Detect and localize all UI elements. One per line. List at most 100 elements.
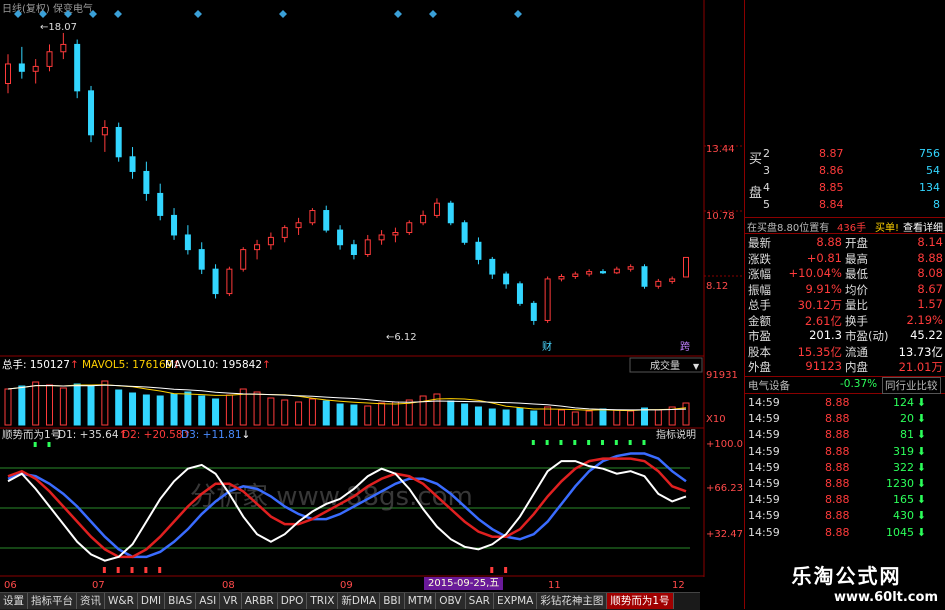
indicator-tab[interactable]: TRIX — [307, 593, 339, 609]
event-tag-cross[interactable]: 跨 — [680, 341, 690, 353]
candle-body[interactable] — [157, 192, 164, 216]
candle-body[interactable] — [489, 258, 496, 275]
sector-row[interactable]: 电气设备 -0.37% 同行业比较 — [745, 376, 945, 394]
candle-body[interactable] — [364, 239, 371, 256]
candle-body[interactable] — [530, 302, 537, 321]
candle-body[interactable] — [226, 268, 233, 295]
big-order-detail-button[interactable]: 查看详细 — [903, 219, 943, 234]
indicator-tab[interactable]: BIAS — [165, 593, 197, 609]
candle-body[interactable] — [350, 244, 357, 256]
quote-label: 最低 — [845, 267, 868, 281]
indicator-tab[interactable]: SAR — [465, 593, 494, 609]
candle-body[interactable] — [143, 170, 150, 194]
indicator-tab[interactable]: W&R — [105, 593, 138, 609]
big-order-alert[interactable]: 在买盘8.80位置有 436手 买单! 查看详细 — [745, 217, 945, 234]
candle-body[interactable] — [46, 51, 53, 67]
candle-body[interactable] — [447, 202, 454, 224]
candle-body[interactable] — [627, 266, 634, 270]
trade-row[interactable]: 14:59 8.88 20 ⬇ — [745, 411, 945, 427]
candle-body[interactable] — [558, 275, 565, 280]
candle-body[interactable] — [683, 256, 689, 278]
candle-body[interactable] — [544, 278, 551, 321]
volume-bar — [18, 385, 26, 426]
indicator-tab[interactable]: EXPMA — [493, 593, 538, 609]
candlestick-series[interactable] — [5, 32, 689, 325]
indicator-tab[interactable]: 新DMA — [338, 593, 381, 609]
candle-body[interactable] — [212, 268, 219, 295]
candle-body[interactable] — [655, 280, 662, 287]
order-book-row[interactable]: 4 8.85 134 — [745, 180, 945, 197]
candle-body[interactable] — [184, 234, 191, 251]
candle-body[interactable] — [461, 222, 468, 243]
candle-body[interactable] — [171, 214, 178, 236]
indicator-tab[interactable]: BBI — [380, 593, 405, 609]
candle-body[interactable] — [572, 273, 579, 277]
book-level: 2 — [763, 147, 770, 160]
candle-body[interactable] — [323, 210, 330, 231]
indicator-tab[interactable]: 资讯 — [77, 593, 105, 609]
indicator-help-button[interactable]: 指标说明 — [656, 428, 696, 441]
kline-chart[interactable]: ←18.07 ←6.12 财 跨 13.44 10.78 8.12 总手: 15… — [0, 0, 744, 577]
candle-body[interactable] — [32, 65, 39, 72]
indicator-tab[interactable]: DMI — [137, 593, 166, 609]
trade-row[interactable]: 14:59 8.88 322 ⬇ — [745, 460, 945, 476]
indicator-tab[interactable]: ASI — [196, 593, 221, 609]
candle-body[interactable] — [337, 229, 344, 246]
trade-row[interactable]: 14:59 8.88 319 ⬇ — [745, 444, 945, 460]
candle-body[interactable] — [613, 268, 620, 274]
candle-body[interactable] — [599, 271, 606, 274]
candle-body[interactable] — [198, 249, 205, 270]
trade-row[interactable]: 14:59 8.88 1230 ⬇ — [745, 476, 945, 492]
candle-body[interactable] — [254, 244, 261, 251]
candle-body[interactable] — [669, 278, 676, 282]
candle-body[interactable] — [641, 266, 648, 287]
candle-body[interactable] — [406, 222, 413, 234]
trade-time: 14:59 — [748, 493, 780, 507]
trade-row[interactable]: 14:59 8.88 430 ⬇ — [745, 508, 945, 524]
trade-row[interactable]: 14:59 8.88 81 ⬇ — [745, 427, 945, 443]
chevron-down-icon[interactable]: ▼ — [693, 362, 700, 371]
candle-body[interactable] — [433, 202, 440, 216]
indicator-tab[interactable]: 彩钻花神主图 — [537, 593, 608, 609]
candle-body[interactable] — [18, 63, 25, 72]
order-book-row[interactable]: 5 8.84 8 — [745, 197, 945, 214]
candle-body[interactable] — [378, 234, 385, 241]
candle-body[interactable] — [88, 90, 95, 136]
candle-body[interactable] — [503, 273, 510, 285]
candle-body[interactable] — [420, 214, 427, 224]
candle-body[interactable] — [240, 249, 247, 270]
order-book-row[interactable]: 3 8.86 54 — [745, 163, 945, 180]
indicator-tab[interactable]: DPO — [277, 593, 308, 609]
candle-body[interactable] — [74, 43, 81, 92]
volume-bar — [654, 409, 662, 426]
candle-body[interactable] — [5, 63, 11, 85]
trade-row[interactable]: 14:59 8.88 124 ⬇ — [745, 395, 945, 411]
sector-compare-button[interactable]: 同行业比较 — [882, 377, 941, 394]
candle-body[interactable] — [295, 222, 302, 229]
indicator-tab[interactable]: ARBR — [241, 593, 278, 609]
candle-body[interactable] — [309, 210, 316, 224]
candle-body[interactable] — [475, 241, 482, 260]
indicator-tab[interactable]: 顺势而为1号 — [607, 593, 674, 609]
event-tag-fin[interactable]: 财 — [542, 340, 552, 353]
book-level: 3 — [763, 164, 770, 177]
candle-body[interactable] — [586, 271, 593, 275]
indicator-tab[interactable]: VR — [220, 593, 242, 609]
volume-mode-button[interactable]: 成交量 — [650, 359, 680, 372]
candle-body[interactable] — [267, 236, 274, 246]
trade-row[interactable]: 14:59 8.88 1045 ⬇ — [745, 525, 945, 541]
candle-body[interactable] — [129, 156, 136, 172]
candle-body[interactable] — [60, 43, 67, 53]
candle-body[interactable] — [392, 232, 399, 236]
candle-body[interactable] — [101, 126, 108, 136]
order-book-row[interactable]: 2 8.87 756 — [745, 146, 945, 163]
candle-body[interactable] — [281, 227, 288, 238]
indicator-tab[interactable]: OBV — [436, 593, 466, 609]
candle-body[interactable] — [516, 283, 523, 304]
indicator-tab[interactable]: MTM — [404, 593, 437, 609]
trade-row[interactable]: 14:59 8.88 165 ⬇ — [745, 492, 945, 508]
indicator-tab[interactable]: 指标平台 — [28, 593, 77, 609]
volume-bar — [184, 391, 192, 426]
indicator-tab[interactable]: 设置 — [0, 593, 28, 609]
candle-body[interactable] — [115, 126, 122, 158]
